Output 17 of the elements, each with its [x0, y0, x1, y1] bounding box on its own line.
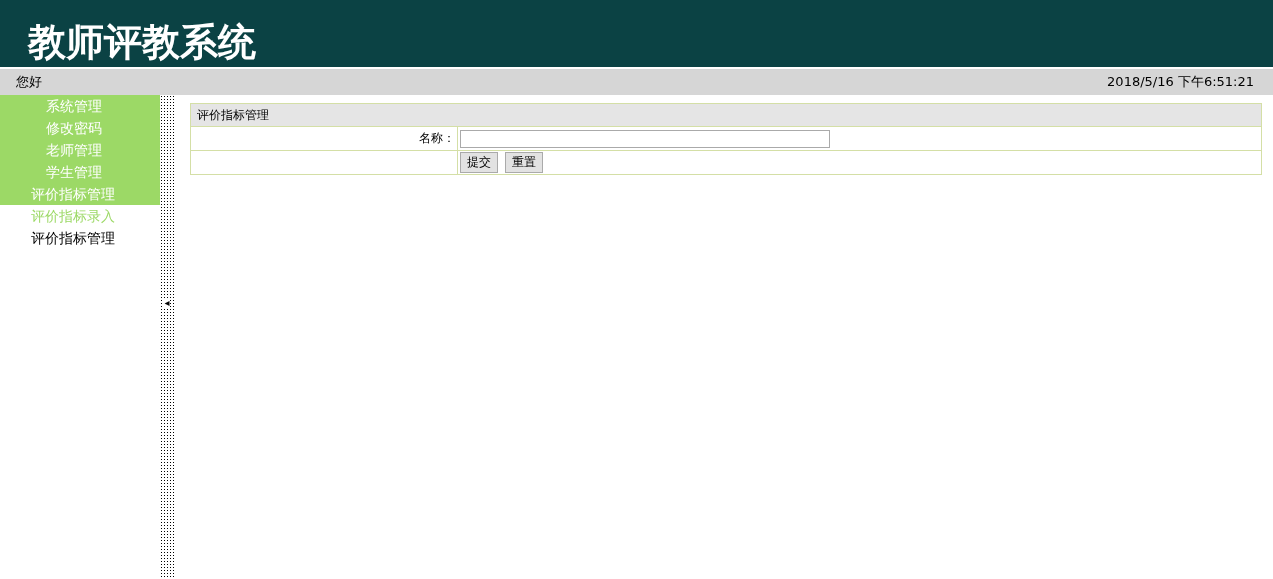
menu-item[interactable]: 老师管理: [0, 139, 160, 161]
menu-item[interactable]: 学生管理: [0, 161, 160, 183]
menu-group[interactable]: 评价指标管理: [0, 183, 160, 205]
collapse-icon[interactable]: ◂: [164, 298, 170, 308]
form-button[interactable]: 重置: [505, 152, 543, 173]
submenu-item[interactable]: 评价指标管理: [0, 227, 160, 249]
menu-item[interactable]: 修改密码: [0, 117, 160, 139]
splitter-bar[interactable]: ◂: [160, 95, 174, 579]
field-label: 名称：: [190, 126, 458, 151]
name-input[interactable]: [460, 129, 830, 148]
menu-item[interactable]: 系统管理: [0, 95, 160, 117]
greeting-text: 您好: [16, 73, 42, 91]
panel-title: 评价指标管理: [190, 103, 1262, 127]
form-button[interactable]: 提交: [460, 152, 498, 173]
app-title: 教师评教系统: [28, 19, 256, 66]
submenu-item[interactable]: 评价指标录入: [0, 205, 160, 227]
datetime-text: 2018/5/16 下午6:51:21: [1107, 73, 1254, 91]
